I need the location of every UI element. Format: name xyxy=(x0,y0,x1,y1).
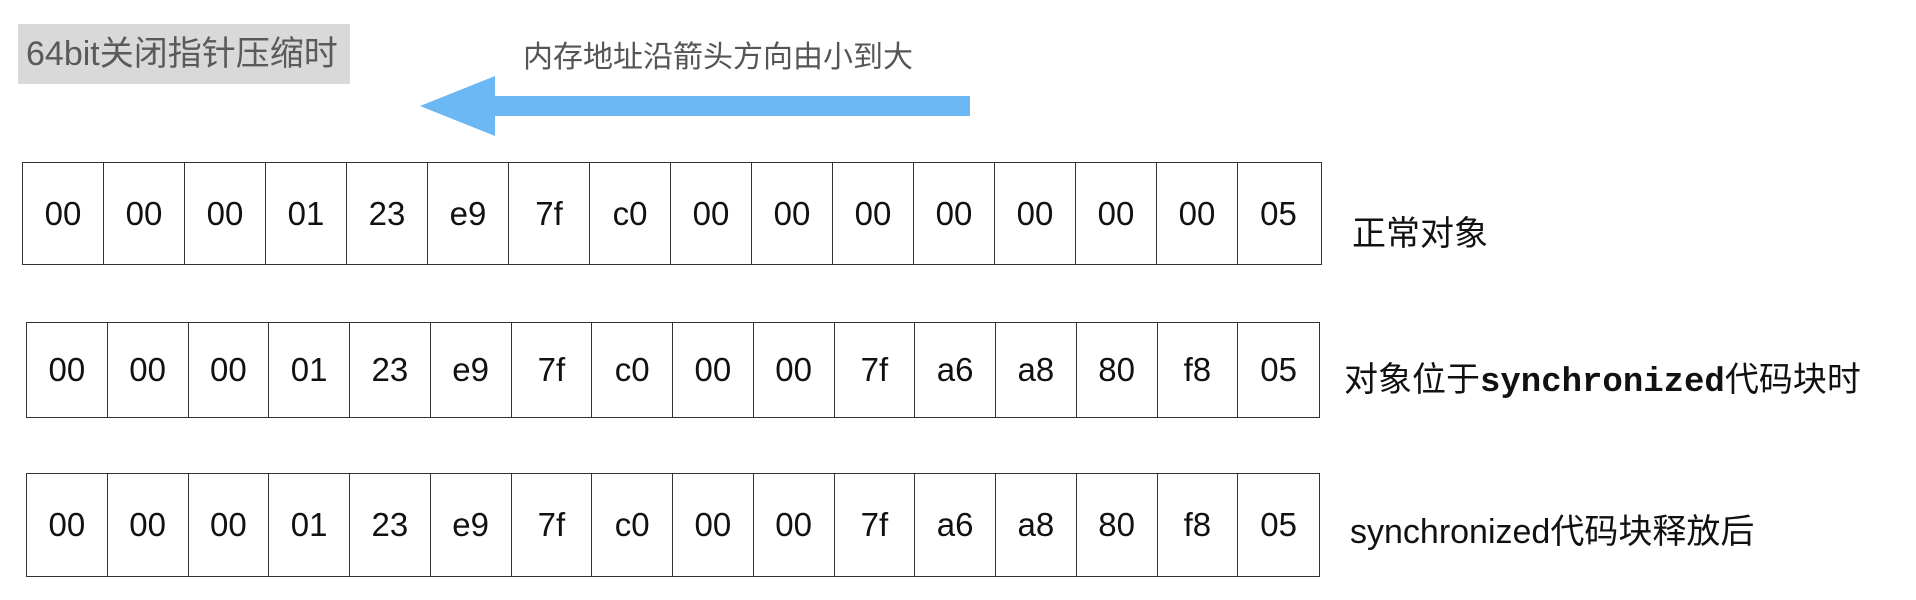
byte-cell: 00 xyxy=(27,474,108,576)
byte-cell: 00 xyxy=(671,163,752,264)
byte-cell: 00 xyxy=(23,163,104,264)
byte-cell: 00 xyxy=(995,163,1076,264)
byte-cell: a6 xyxy=(915,474,996,576)
byte-row-released: 00 00 00 01 23 e9 7f c0 00 00 7f a6 a8 8… xyxy=(26,473,1320,577)
byte-cell: 00 xyxy=(1076,163,1157,264)
byte-cell: 7f xyxy=(509,163,590,264)
byte-cell: 7f xyxy=(512,323,593,417)
diagram-title: 64bit关闭指针压缩时 xyxy=(18,24,350,84)
byte-cell: a8 xyxy=(996,474,1077,576)
byte-cell: 80 xyxy=(1077,323,1158,417)
byte-cell: e9 xyxy=(428,163,509,264)
row-label-released: synchronized代码块释放后 xyxy=(1350,513,1755,551)
row-label-normal: 正常对象 xyxy=(1352,215,1488,253)
byte-cell: 23 xyxy=(350,323,431,417)
byte-cell: 00 xyxy=(189,474,270,576)
byte-row-synchronized: 00 00 00 01 23 e9 7f c0 00 00 7f a6 a8 8… xyxy=(26,322,1320,418)
byte-cell: c0 xyxy=(592,474,673,576)
byte-cell: 00 xyxy=(754,323,835,417)
byte-cell: 00 xyxy=(108,323,189,417)
byte-cell: a8 xyxy=(996,323,1077,417)
row-label-part: 对象位于 xyxy=(1344,361,1480,399)
byte-cell: 00 xyxy=(752,163,833,264)
byte-cell: 00 xyxy=(27,323,108,417)
byte-cell: 00 xyxy=(833,163,914,264)
byte-cell: 00 xyxy=(189,323,270,417)
byte-cell: c0 xyxy=(592,323,673,417)
byte-cell: 00 xyxy=(104,163,185,264)
arrow-shape xyxy=(420,76,970,136)
byte-cell: 00 xyxy=(673,323,754,417)
byte-cell: 05 xyxy=(1260,351,1297,388)
byte-cell: 23 xyxy=(347,163,428,264)
byte-cell: e9 xyxy=(431,474,512,576)
row-label-synchronized: 对象位于synchronized代码块时 xyxy=(1344,352,1861,402)
byte-cell: c0 xyxy=(590,163,671,264)
row-label-part: 代码块时 xyxy=(1724,361,1861,399)
byte-cell: 7f xyxy=(835,323,916,417)
byte-cell: e9 xyxy=(431,323,512,417)
byte-cell: 00 xyxy=(914,163,995,264)
byte-cell: 23 xyxy=(350,474,431,576)
byte-cell: 01 xyxy=(269,474,350,576)
byte-cell: f8 xyxy=(1158,474,1239,576)
byte-row-normal: 00 00 00 01 23 e9 7f c0 00 00 00 00 00 0… xyxy=(22,162,1322,265)
byte-cell: 00 xyxy=(185,163,266,264)
byte-cell: 00 xyxy=(673,474,754,576)
byte-cell: 00 xyxy=(754,474,835,576)
row-label-keyword: synchronized xyxy=(1480,364,1725,402)
byte-cell: 05 xyxy=(1260,506,1297,543)
byte-cell: 01 xyxy=(266,163,347,264)
byte-cell: 00 xyxy=(1157,163,1238,264)
left-arrow-icon xyxy=(420,76,970,136)
byte-cell: 80 xyxy=(1077,474,1158,576)
byte-cell: f8 xyxy=(1158,323,1239,417)
byte-cell: 7f xyxy=(835,474,916,576)
byte-cell: 05 xyxy=(1260,194,1297,232)
arrow-label: 内存地址沿箭头方向由小到大 xyxy=(523,41,913,74)
byte-cell: 00 xyxy=(108,474,189,576)
byte-cell: a6 xyxy=(915,323,996,417)
byte-cell: 7f xyxy=(512,474,593,576)
byte-cell: 01 xyxy=(269,323,350,417)
